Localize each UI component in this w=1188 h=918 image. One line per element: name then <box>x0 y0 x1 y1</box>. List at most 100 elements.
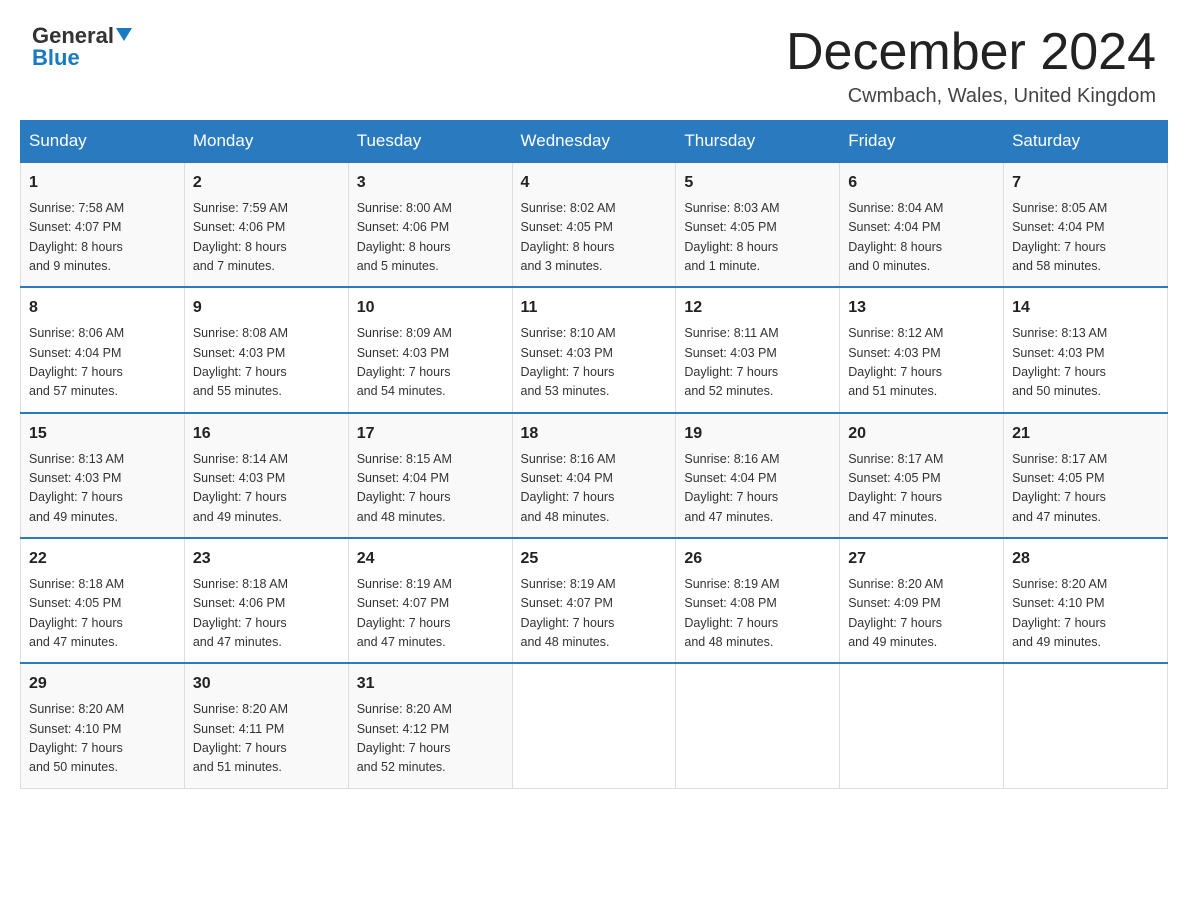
day-number: 25 <box>521 547 668 572</box>
day-number: 10 <box>357 296 504 321</box>
day-info: Sunrise: 8:18 AMSunset: 4:05 PMDaylight:… <box>29 575 176 653</box>
day-number: 30 <box>193 672 340 697</box>
calendar-cell: 31 Sunrise: 8:20 AMSunset: 4:12 PMDayligh… <box>348 663 512 788</box>
day-number: 29 <box>29 672 176 697</box>
day-info: Sunrise: 8:10 AMSunset: 4:03 PMDaylight:… <box>521 324 668 402</box>
title-area: December 2024 Cwmbach, Wales, United Kin… <box>786 24 1156 108</box>
day-number: 9 <box>193 296 340 321</box>
day-info: Sunrise: 8:16 AMSunset: 4:04 PMDaylight:… <box>521 450 668 528</box>
day-info: Sunrise: 8:20 AMSunset: 4:11 PMDaylight:… <box>193 700 340 778</box>
col-header-thursday: Thursday <box>676 121 840 163</box>
calendar-week-row: 15 Sunrise: 8:13 AMSunset: 4:03 PMDayligh… <box>21 413 1168 538</box>
calendar-cell: 3Sunrise: 8:00 AMSunset: 4:06 PMDaylight… <box>348 162 512 287</box>
calendar-cell: 2 Sunrise: 7:59 AMSunset: 4:06 PMDaylight… <box>184 162 348 287</box>
day-number: 4 <box>521 171 668 196</box>
day-number: 22 <box>29 547 176 572</box>
day-info: Sunrise: 8:00 AMSunset: 4:06 PMDaylight:… <box>357 199 504 277</box>
day-number: 12 <box>684 296 831 321</box>
calendar-week-row: 22 Sunrise: 8:18 AMSunset: 4:05 PMDayligh… <box>21 538 1168 663</box>
day-info: Sunrise: 8:19 AMSunset: 4:07 PMDaylight:… <box>521 575 668 653</box>
day-info: Sunrise: 8:04 AMSunset: 4:04 PMDaylight:… <box>848 199 995 277</box>
day-info: Sunrise: 7:59 AMSunset: 4:06 PMDaylight:… <box>193 199 340 277</box>
day-number: 18 <box>521 422 668 447</box>
day-info: Sunrise: 8:20 AMSunset: 4:10 PMDaylight:… <box>1012 575 1159 653</box>
day-number: 26 <box>684 547 831 572</box>
day-number: 14 <box>1012 296 1159 321</box>
day-info: Sunrise: 8:20 AMSunset: 4:12 PMDaylight:… <box>357 700 504 778</box>
calendar-cell: 13 Sunrise: 8:12 AMSunset: 4:03 PMDayligh… <box>840 287 1004 412</box>
calendar-cell: 7 Sunrise: 8:05 AMSunset: 4:04 PMDaylight… <box>1004 162 1168 287</box>
day-info: Sunrise: 8:15 AMSunset: 4:04 PMDaylight:… <box>357 450 504 528</box>
calendar-cell: 29 Sunrise: 8:20 AMSunset: 4:10 PMDayligh… <box>21 663 185 788</box>
day-number: 11 <box>521 296 668 321</box>
day-info: Sunrise: 8:20 AMSunset: 4:10 PMDaylight:… <box>29 700 176 778</box>
logo-triangle-icon <box>116 28 132 41</box>
calendar-cell: 15 Sunrise: 8:13 AMSunset: 4:03 PMDayligh… <box>21 413 185 538</box>
day-number: 17 <box>357 422 504 447</box>
calendar-cell: 25 Sunrise: 8:19 AMSunset: 4:07 PMDayligh… <box>512 538 676 663</box>
calendar-cell <box>512 663 676 788</box>
day-info: Sunrise: 8:19 AMSunset: 4:08 PMDaylight:… <box>684 575 831 653</box>
day-number: 21 <box>1012 422 1159 447</box>
calendar-cell: 16Sunrise: 8:14 AMSunset: 4:03 PMDayligh… <box>184 413 348 538</box>
calendar-cell: 9 Sunrise: 8:08 AMSunset: 4:03 PMDaylight… <box>184 287 348 412</box>
calendar-week-row: 8 Sunrise: 8:06 AMSunset: 4:04 PMDaylight… <box>21 287 1168 412</box>
day-number: 23 <box>193 547 340 572</box>
page-header: General Blue December 2024 Cwmbach, Wale… <box>0 0 1188 120</box>
calendar-cell: 20 Sunrise: 8:17 AMSunset: 4:05 PMDayligh… <box>840 413 1004 538</box>
calendar-cell <box>676 663 840 788</box>
day-info: Sunrise: 8:18 AMSunset: 4:06 PMDaylight:… <box>193 575 340 653</box>
calendar-cell: 23 Sunrise: 8:18 AMSunset: 4:06 PMDayligh… <box>184 538 348 663</box>
day-info: Sunrise: 8:03 AMSunset: 4:05 PMDaylight:… <box>684 199 831 277</box>
col-header-friday: Friday <box>840 121 1004 163</box>
month-title: December 2024 <box>786 24 1156 81</box>
day-info: Sunrise: 7:58 AMSunset: 4:07 PMDaylight:… <box>29 199 176 277</box>
day-info: Sunrise: 8:13 AMSunset: 4:03 PMDaylight:… <box>29 450 176 528</box>
col-header-wednesday: Wednesday <box>512 121 676 163</box>
location: Cwmbach, Wales, United Kingdom <box>786 85 1156 108</box>
day-info: Sunrise: 8:06 AMSunset: 4:04 PMDaylight:… <box>29 324 176 402</box>
day-number: 31 <box>357 672 504 697</box>
day-info: Sunrise: 8:17 AMSunset: 4:05 PMDaylight:… <box>1012 450 1159 528</box>
day-number: 20 <box>848 422 995 447</box>
calendar-cell: 21 Sunrise: 8:17 AMSunset: 4:05 PMDayligh… <box>1004 413 1168 538</box>
calendar-cell: 4Sunrise: 8:02 AMSunset: 4:05 PMDaylight… <box>512 162 676 287</box>
calendar-cell: 17 Sunrise: 8:15 AMSunset: 4:04 PMDayligh… <box>348 413 512 538</box>
day-number: 13 <box>848 296 995 321</box>
day-number: 1 <box>29 171 176 196</box>
calendar-cell: 27Sunrise: 8:20 AMSunset: 4:09 PMDayligh… <box>840 538 1004 663</box>
col-header-monday: Monday <box>184 121 348 163</box>
day-info: Sunrise: 8:12 AMSunset: 4:03 PMDaylight:… <box>848 324 995 402</box>
calendar-header-row: SundayMondayTuesdayWednesdayThursdayFrid… <box>21 121 1168 163</box>
day-number: 7 <box>1012 171 1159 196</box>
calendar-week-row: 1 Sunrise: 7:58 AMSunset: 4:07 PMDaylight… <box>21 162 1168 287</box>
day-number: 2 <box>193 171 340 196</box>
calendar-cell: 19Sunrise: 8:16 AMSunset: 4:04 PMDayligh… <box>676 413 840 538</box>
calendar-cell <box>840 663 1004 788</box>
day-info: Sunrise: 8:17 AMSunset: 4:05 PMDaylight:… <box>848 450 995 528</box>
day-number: 27 <box>848 547 995 572</box>
calendar-week-row: 29 Sunrise: 8:20 AMSunset: 4:10 PMDayligh… <box>21 663 1168 788</box>
day-number: 24 <box>357 547 504 572</box>
calendar-cell: 24Sunrise: 8:19 AMSunset: 4:07 PMDayligh… <box>348 538 512 663</box>
day-info: Sunrise: 8:09 AMSunset: 4:03 PMDaylight:… <box>357 324 504 402</box>
day-info: Sunrise: 8:08 AMSunset: 4:03 PMDaylight:… <box>193 324 340 402</box>
day-info: Sunrise: 8:16 AMSunset: 4:04 PMDaylight:… <box>684 450 831 528</box>
day-info: Sunrise: 8:11 AMSunset: 4:03 PMDaylight:… <box>684 324 831 402</box>
calendar-cell: 10 Sunrise: 8:09 AMSunset: 4:03 PMDayligh… <box>348 287 512 412</box>
day-number: 6 <box>848 171 995 196</box>
day-number: 15 <box>29 422 176 447</box>
calendar-cell: 5Sunrise: 8:03 AMSunset: 4:05 PMDaylight… <box>676 162 840 287</box>
calendar-cell: 1 Sunrise: 7:58 AMSunset: 4:07 PMDaylight… <box>21 162 185 287</box>
day-number: 16 <box>193 422 340 447</box>
calendar-container: SundayMondayTuesdayWednesdayThursdayFrid… <box>0 120 1188 808</box>
col-header-sunday: Sunday <box>21 121 185 163</box>
day-info: Sunrise: 8:05 AMSunset: 4:04 PMDaylight:… <box>1012 199 1159 277</box>
calendar-cell: 30 Sunrise: 8:20 AMSunset: 4:11 PMDayligh… <box>184 663 348 788</box>
day-number: 8 <box>29 296 176 321</box>
calendar-cell: 18 Sunrise: 8:16 AMSunset: 4:04 PMDayligh… <box>512 413 676 538</box>
calendar-cell: 22 Sunrise: 8:18 AMSunset: 4:05 PMDayligh… <box>21 538 185 663</box>
calendar-cell: 28Sunrise: 8:20 AMSunset: 4:10 PMDayligh… <box>1004 538 1168 663</box>
calendar-cell: 11 Sunrise: 8:10 AMSunset: 4:03 PMDayligh… <box>512 287 676 412</box>
calendar-cell: 6 Sunrise: 8:04 AMSunset: 4:04 PMDaylight… <box>840 162 1004 287</box>
